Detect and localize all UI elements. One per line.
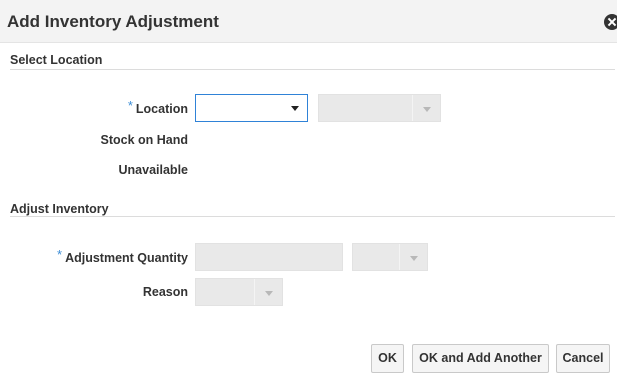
stock-on-hand-label: Stock on Hand: [100, 133, 188, 147]
adjustment-uom-select[interactable]: [352, 243, 428, 271]
location-value-select[interactable]: [318, 94, 441, 122]
reason-label: Reason: [142, 285, 188, 299]
location-label-group: * Location: [127, 98, 188, 116]
reason-select[interactable]: [195, 278, 283, 306]
section-divider: [10, 216, 615, 217]
section-divider: [10, 69, 615, 70]
location-value-dropdown-button: [412, 95, 440, 121]
location-label: Location: [135, 102, 188, 116]
chevron-down-icon: [291, 106, 299, 111]
ok-and-add-another-button[interactable]: OK and Add Another: [412, 344, 549, 373]
ok-button[interactable]: OK: [371, 344, 404, 373]
location-type-select[interactable]: [195, 94, 308, 122]
reason-dropdown-button: [254, 279, 282, 305]
adjustment-quantity-label-group: * Adjustment Quantity: [57, 247, 188, 265]
chevron-down-icon: [423, 107, 431, 112]
chevron-down-icon: [265, 291, 273, 296]
adjustment-quantity-label: Adjustment Quantity: [65, 251, 188, 265]
unavailable-label: Unavailable: [118, 163, 188, 177]
add-inventory-adjustment-dialog: Add Inventory Adjustment Select Location…: [0, 0, 617, 379]
required-marker: *: [57, 247, 63, 262]
dialog-title: Add Inventory Adjustment: [7, 12, 219, 31]
chevron-down-icon: [410, 256, 418, 261]
section-header-select-location: Select Location: [10, 53, 103, 67]
dialog-titlebar: Add Inventory Adjustment: [0, 0, 617, 43]
cancel-button[interactable]: Cancel: [556, 344, 610, 373]
adjustment-quantity-input[interactable]: [195, 243, 343, 271]
section-header-adjust-inventory: Adjust Inventory: [10, 202, 109, 216]
close-icon[interactable]: [604, 14, 617, 30]
required-marker: *: [127, 98, 133, 113]
uom-dropdown-button: [399, 244, 427, 270]
